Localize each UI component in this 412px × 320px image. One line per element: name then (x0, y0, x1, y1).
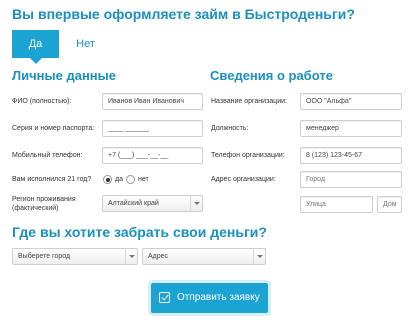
phone-label: Мобильный телефон: (12, 152, 83, 159)
org-name-label: Название организации: (211, 98, 287, 105)
checkbox-check-icon (159, 292, 170, 303)
org-phone-field[interactable]: 8 (123) 123-45-67 (300, 147, 402, 164)
region-select-value: Алтайский край (108, 200, 159, 207)
region-select[interactable]: Алтайский край (102, 195, 203, 212)
work-info-title: Сведения о работе (210, 68, 333, 83)
org-house-field[interactable]: Дом (377, 196, 402, 213)
fio-label: ФИО (полностью): (12, 98, 72, 105)
position-field[interactable]: менеджер (300, 120, 402, 137)
payout-city-select[interactable]: Выберете город (12, 248, 138, 265)
fio-field[interactable]: Иванов Иван Иванович (102, 93, 203, 110)
org-address-label: Адрес организации: (211, 176, 276, 183)
submit-application-button[interactable]: Отправить заявку (151, 283, 268, 313)
org-street-field[interactable]: Улица (300, 196, 373, 213)
where-money-question: Где вы хотите забрать свои деньги? (12, 224, 267, 240)
age-label: Вам исполнился 21 год? (12, 176, 92, 183)
tab-yes[interactable]: Да (12, 30, 59, 64)
submit-button-label: Отправить заявку (177, 292, 260, 303)
chevron-down-icon (125, 249, 137, 264)
passport-field[interactable]: ____ ______ (102, 120, 203, 137)
payout-city-value: Выберете город (18, 253, 71, 260)
org-city-field[interactable]: Город (300, 171, 402, 188)
position-label: Должность: (211, 125, 249, 132)
region-label-line2: (фактический) (12, 205, 59, 212)
age-no-label: нет (138, 176, 149, 183)
region-label-line1: Регион проживания (12, 196, 76, 203)
chevron-down-icon (253, 249, 265, 264)
org-phone-label: Телефон организации: (211, 152, 285, 159)
age-no-radio[interactable] (126, 175, 135, 184)
payout-address-select[interactable]: Адрес (142, 248, 266, 265)
personal-data-title: Личные данные (12, 68, 116, 83)
payout-address-value: Адрес (148, 253, 169, 260)
age-yes-radio[interactable] (103, 175, 112, 184)
phone-field[interactable]: +7 (___) ___-__-__ (102, 147, 203, 164)
org-name-field[interactable]: ООО "Альфа" (300, 93, 402, 110)
chevron-down-icon (190, 196, 202, 211)
first-time-question: Вы впервые оформляете займ в Быстроденьг… (12, 6, 355, 22)
tab-no[interactable]: Нет (62, 30, 109, 58)
age-yes-label: да (115, 176, 123, 183)
passport-label: Серия и номер паспорта: (12, 125, 95, 132)
